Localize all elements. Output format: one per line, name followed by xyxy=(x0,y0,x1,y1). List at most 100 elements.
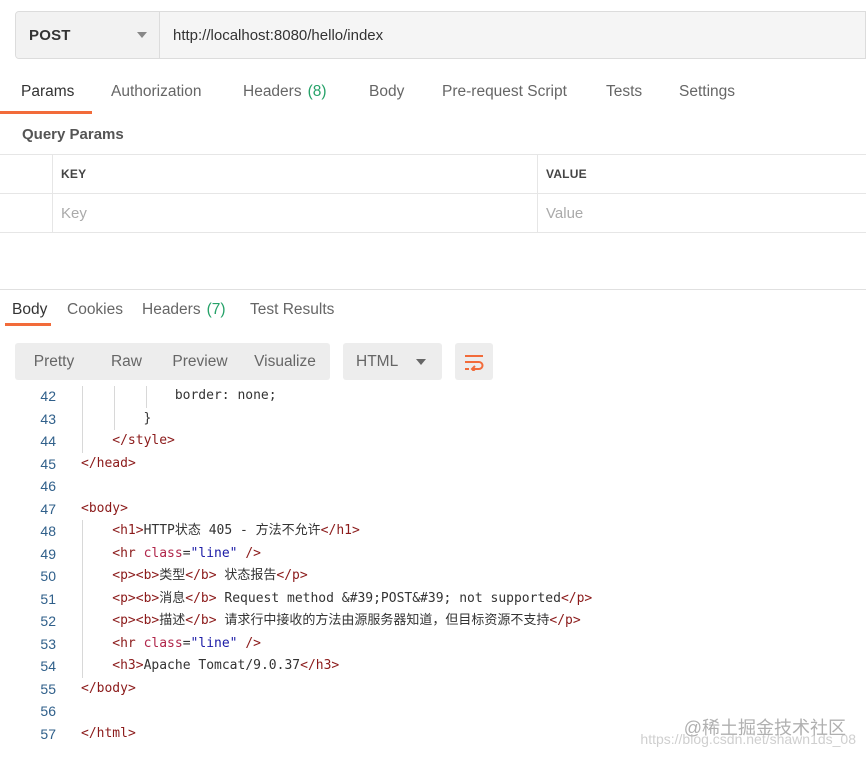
code-text: </head> xyxy=(81,455,136,471)
watermark-logo-text: @稀土掘金技术社区 xyxy=(683,718,846,738)
view-mode-segment: Pretty Raw Preview Visualize xyxy=(15,343,330,380)
line-number: 57 xyxy=(40,725,56,742)
indent-guide xyxy=(82,386,83,453)
chevron-down-icon xyxy=(137,32,147,38)
url-input[interactable]: http://localhost:8080/hello/index xyxy=(160,12,865,58)
tab-label: Headers xyxy=(142,301,201,318)
response-view-toolbar: Pretty Raw Preview Visualize HTML xyxy=(15,343,493,380)
tab-label: Pre-request Script xyxy=(442,83,567,100)
line-number: 45 xyxy=(40,455,56,472)
tab-settings[interactable]: Settings xyxy=(679,70,735,114)
language-label: HTML xyxy=(356,352,399,370)
view-mode-raw-button[interactable]: Raw xyxy=(93,343,160,380)
value-header-cell: VALUE xyxy=(538,155,866,193)
tab-label: Settings xyxy=(679,83,736,100)
indent-guide xyxy=(82,520,83,678)
line-number: 56 xyxy=(40,703,56,719)
tab-count-badge: (7) xyxy=(206,301,226,318)
tab-label: Authorization xyxy=(111,83,202,100)
value-header: VALUE xyxy=(546,167,587,181)
code-line: 54 <h3>Apache Tomcat/9.0.37</h3> xyxy=(0,655,866,678)
key-header-cell: KEY xyxy=(53,155,538,193)
checkbox-column xyxy=(0,155,53,193)
line-number: 47 xyxy=(40,500,56,517)
line-number: 51 xyxy=(40,590,56,607)
code-line: 42 border: none; xyxy=(0,386,866,408)
tab-authorization[interactable]: Authorization xyxy=(111,70,201,114)
code-text: <p><b>类型</b> 状态报告</p> xyxy=(112,568,308,583)
request-bar: POST http://localhost:8080/hello/index xyxy=(15,11,866,59)
response-tab-headers[interactable]: Headers (7) xyxy=(142,294,226,326)
value-placeholder: Value xyxy=(546,204,584,222)
line-number: 46 xyxy=(40,478,56,494)
code-line: 51 <p><b>消息</b> Request method &#39;POST&… xyxy=(0,588,866,611)
line-number: 50 xyxy=(40,568,56,584)
code-text: </style> xyxy=(112,433,175,448)
response-body-code: 42 border: none; 43} 44 </style> 45 </head> 46 4… xyxy=(0,386,866,758)
query-params-table: KEY VALUE Key Value xyxy=(0,154,866,233)
line-number: 54 xyxy=(40,658,56,674)
response-tab-test-results[interactable]: Test Results xyxy=(250,294,334,326)
line-number: 43 xyxy=(40,410,56,427)
code-line: 45 </head> xyxy=(0,453,866,476)
tab-headers[interactable]: Headers (8) xyxy=(243,70,327,114)
tab-params[interactable]: Params xyxy=(0,70,92,114)
code-line: 52 <p><b>描述</b> 请求行中接收的方法由源服务器知道，但目标资源不支持… xyxy=(0,610,866,633)
code-line: 46 xyxy=(0,475,866,498)
response-tab-cookies[interactable]: Cookies xyxy=(67,294,123,326)
code-text: } xyxy=(143,410,152,426)
table-row: Key Value xyxy=(0,194,866,233)
line-number: 44 xyxy=(40,433,56,449)
view-mode-preview-button[interactable]: Preview xyxy=(160,343,240,380)
value-input[interactable]: Value xyxy=(538,194,866,232)
tab-label: Cookies xyxy=(67,301,123,318)
response-tab-body[interactable]: Body xyxy=(5,294,52,326)
query-params-title: Query Params xyxy=(22,126,124,143)
line-number: 49 xyxy=(40,545,56,562)
code-line: 48 <h1>HTTP状态 405 - 方法不允许</h1> xyxy=(0,520,866,543)
response-tabs: Body Cookies Headers (7) Test Results xyxy=(0,294,866,326)
indent-guide xyxy=(114,386,115,430)
code-text: <h3>Apache Tomcat/9.0.37</h3> xyxy=(112,658,340,673)
code-text: </html> xyxy=(81,725,136,741)
key-header: KEY xyxy=(61,167,87,181)
line-number: 55 xyxy=(40,680,56,697)
method-label: POST xyxy=(29,26,71,44)
wrap-lines-button[interactable] xyxy=(455,343,493,380)
tab-label: Test Results xyxy=(250,301,335,318)
code-text: <p><b>描述</b> 请求行中接收的方法由源服务器知道，但目标资源不支持</… xyxy=(112,613,581,628)
tab-label: Body xyxy=(12,301,48,318)
key-input[interactable]: Key xyxy=(53,194,538,232)
code-text: <p><b>消息</b> Request method &#39;POST&#3… xyxy=(112,590,593,606)
view-mode-visualize-button[interactable]: Visualize xyxy=(240,343,330,380)
request-tabs: Params Authorization Headers (8) Body Pre-req… xyxy=(0,70,866,114)
code-line: 50 <p><b>类型</b> 状态报告</p> xyxy=(0,565,866,588)
code-line: 47 <body> xyxy=(0,498,866,521)
code-text: <hr class="line" /> xyxy=(112,545,261,561)
code-line: 49 <hr class="line" /> xyxy=(0,543,866,566)
chevron-down-icon xyxy=(416,358,426,365)
code-text: <body> xyxy=(81,500,128,516)
language-select[interactable]: HTML xyxy=(343,343,442,380)
line-number: 52 xyxy=(40,613,56,629)
code-line: 43} xyxy=(0,408,866,431)
code-text: <h1>HTTP状态 405 - 方法不允许</h1> xyxy=(112,523,360,538)
code-text: border: none; xyxy=(174,388,277,403)
wrap-lines-icon xyxy=(465,354,484,371)
code-text: </body> xyxy=(81,680,136,696)
tab-label: Headers xyxy=(243,83,302,100)
method-select[interactable]: POST xyxy=(16,12,160,58)
indent-guide xyxy=(146,386,147,408)
view-mode-pretty-button[interactable]: Pretty xyxy=(15,343,93,380)
tab-tests[interactable]: Tests xyxy=(606,70,642,114)
line-number: 53 xyxy=(40,635,56,652)
tab-body[interactable]: Body xyxy=(369,70,404,114)
line-number: 48 xyxy=(40,523,56,539)
key-placeholder: Key xyxy=(61,204,87,222)
tab-count-badge: (8) xyxy=(307,83,327,100)
tab-label: Tests xyxy=(606,83,643,100)
tab-pre-request-script[interactable]: Pre-request Script xyxy=(442,70,567,114)
tab-label: Params xyxy=(21,83,75,100)
section-divider xyxy=(0,289,866,290)
line-number: 42 xyxy=(40,388,56,404)
